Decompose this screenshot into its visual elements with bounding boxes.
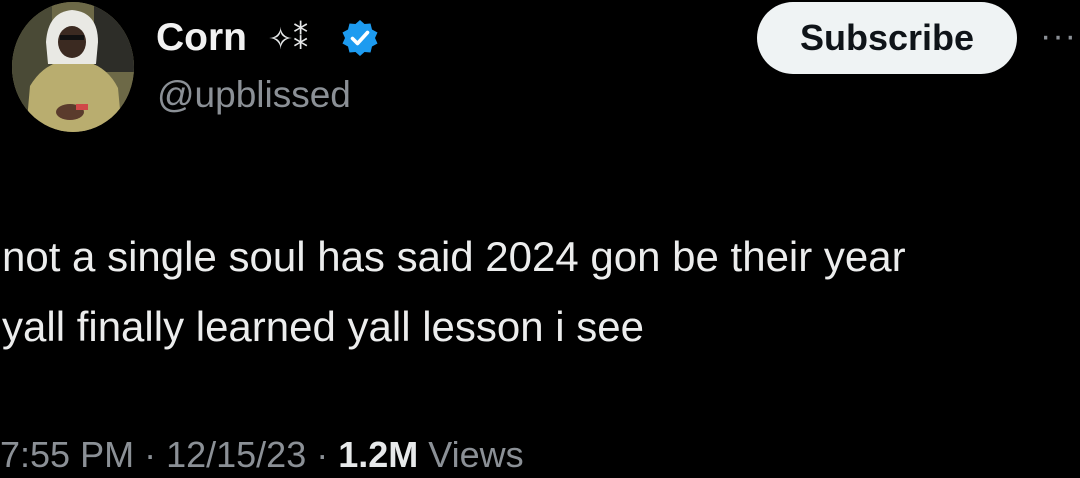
tweet-date[interactable]: 12/15/23 (166, 434, 306, 475)
author-handle[interactable]: @upblissed (157, 72, 351, 118)
author-display-name[interactable]: Corn (156, 14, 247, 62)
subscribe-button[interactable]: Subscribe (757, 2, 1017, 74)
tweet-text: not a single soul has said 2024 gon be t… (2, 222, 906, 362)
name-decoration: ✧⁑ (268, 22, 309, 57)
tweet-text-line-2: yall finally learned yall lesson i see (2, 303, 644, 350)
author-avatar[interactable] (12, 2, 134, 132)
meta-separator: · (134, 434, 167, 475)
tweet-text-line-1: not a single soul has said 2024 gon be t… (2, 233, 906, 280)
views-label: Views (418, 434, 524, 475)
views-count[interactable]: 1.2M (338, 434, 418, 475)
verified-badge-icon (342, 20, 378, 56)
more-options-icon[interactable]: ··· (1040, 16, 1077, 56)
meta-separator: · (306, 434, 339, 475)
tweet-time[interactable]: 7:55 PM (0, 434, 134, 475)
avatar-photo-icon (12, 2, 134, 132)
tweet-card: Corn ✧⁑ @upblissed Subscribe ··· not a s… (0, 0, 1080, 478)
tweet-meta: 7:55 PM · 12/15/23 · 1.2M Views (0, 432, 524, 478)
